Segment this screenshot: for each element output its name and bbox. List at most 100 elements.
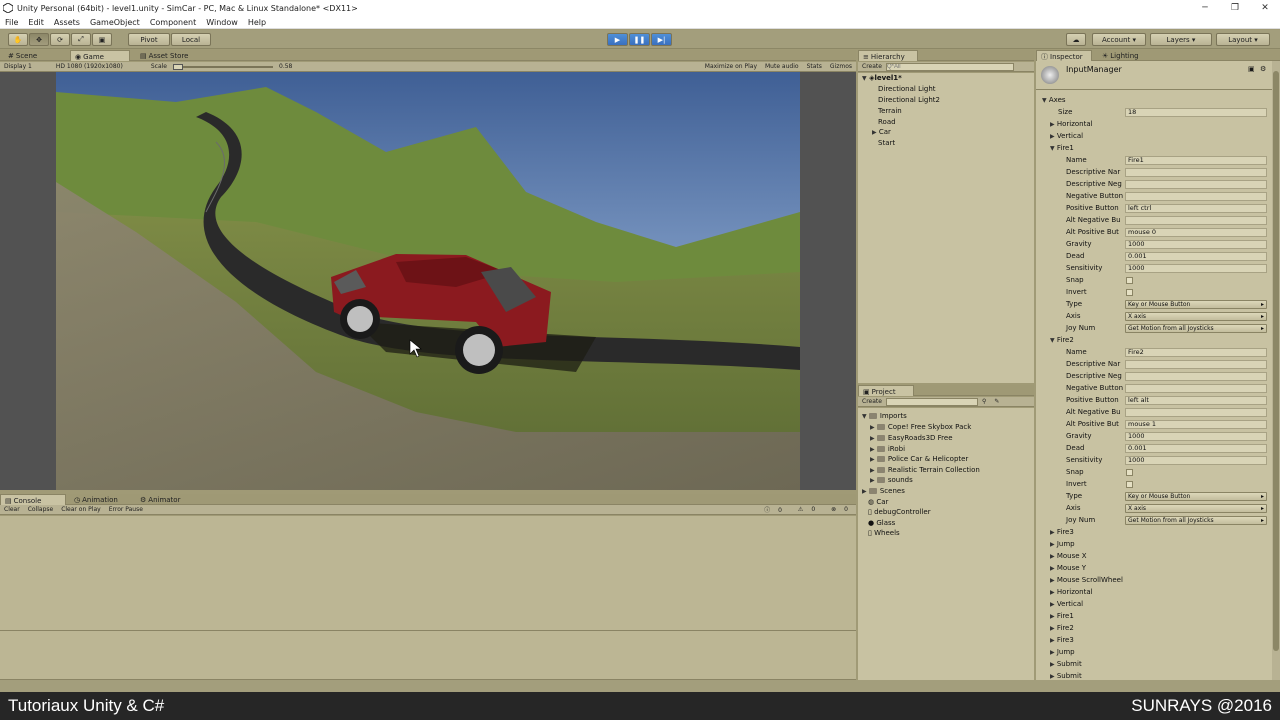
game-view-render[interactable]	[56, 72, 800, 490]
tab-scene[interactable]: # Scene	[4, 50, 41, 61]
menu-edit[interactable]: Edit	[23, 18, 49, 27]
project-asset[interactable]: ◍ Car	[868, 498, 888, 506]
fire2-foldout[interactable]: ▼ Fire2	[1050, 336, 1074, 344]
property-field[interactable]: 1000	[1125, 240, 1267, 249]
project-create-dropdown[interactable]: Create	[858, 398, 886, 405]
local-toggle[interactable]: Local	[171, 33, 211, 46]
hierarchy-item[interactable]: Terrain	[878, 107, 902, 115]
menu-window[interactable]: Window	[201, 18, 243, 27]
hierarchy-create-dropdown[interactable]: Create	[858, 63, 886, 70]
snap-checkbox[interactable]	[1126, 277, 1133, 284]
project-folder-imports[interactable]: ▼ Imports	[862, 412, 907, 420]
axis-foldout[interactable]: ▶ Mouse Y	[1050, 564, 1086, 572]
project-folder[interactable]: ▶ sounds	[870, 476, 913, 484]
property-field[interactable]	[1125, 192, 1267, 201]
play-button[interactable]: ▶	[607, 33, 628, 46]
console-log-area[interactable]	[0, 516, 856, 680]
settings-gear-icon[interactable]: ⚙	[1260, 65, 1266, 73]
property-field[interactable]: mouse 0	[1125, 228, 1267, 237]
close-button[interactable]: ✕	[1250, 3, 1280, 13]
joy-num-dropdown[interactable]: Get Motion from all Joysticks ▸	[1125, 516, 1267, 525]
property-field[interactable]	[1125, 360, 1267, 369]
warning-count[interactable]: ⚠ 0	[790, 506, 823, 513]
filter-icon[interactable]: ⚲	[978, 398, 990, 405]
hierarchy-item[interactable]: Directional Light2	[878, 96, 940, 104]
axis-foldout[interactable]: ▶ Mouse X	[1050, 552, 1087, 560]
property-field[interactable]: 1000	[1125, 456, 1267, 465]
project-folder[interactable]: ▶ iRobi	[870, 445, 905, 453]
stats-toggle[interactable]: Stats	[803, 63, 826, 70]
type-dropdown[interactable]: Key or Mouse Button ▸	[1125, 300, 1267, 309]
axes-foldout[interactable]: ▼ Axes	[1042, 96, 1066, 104]
move-tool-button[interactable]: ✥	[29, 33, 49, 46]
invert-checkbox[interactable]	[1126, 481, 1133, 488]
rect-tool-button[interactable]: ▣	[92, 33, 112, 46]
axis-foldout[interactable]: ▶ Fire3	[1050, 528, 1074, 536]
invert-checkbox[interactable]	[1126, 289, 1133, 296]
property-field[interactable]: 0.001	[1125, 444, 1267, 453]
rotate-tool-button[interactable]: ⟳	[50, 33, 70, 46]
property-field[interactable]	[1125, 216, 1267, 225]
axis-foldout[interactable]: ▶ Fire3	[1050, 636, 1074, 644]
hierarchy-item-car[interactable]: ▶ Car	[872, 128, 891, 136]
size-field[interactable]: 18	[1125, 108, 1267, 117]
axis-foldout[interactable]: ▶ Submit	[1050, 660, 1082, 668]
error-count[interactable]: ⊗ 0	[823, 506, 856, 513]
pause-button[interactable]: ❚❚	[629, 33, 650, 46]
property-field[interactable]	[1125, 168, 1267, 177]
axis-foldout[interactable]: ▶ Submit	[1050, 672, 1082, 680]
property-field[interactable]: mouse 1	[1125, 420, 1267, 429]
label-icon[interactable]: ✎	[990, 398, 1003, 405]
property-field[interactable]	[1125, 408, 1267, 417]
step-button[interactable]: ▶|	[651, 33, 672, 46]
tab-lighting[interactable]: ☀ Lighting	[1098, 50, 1143, 61]
property-field[interactable]	[1125, 180, 1267, 189]
project-folder[interactable]: ▶ Police Car & Helicopter	[870, 455, 968, 463]
project-asset[interactable]: ▯ Wheels	[868, 529, 900, 537]
maximize-on-play-toggle[interactable]: Maximize on Play	[701, 63, 761, 70]
menu-assets[interactable]: Assets	[49, 18, 85, 27]
property-field[interactable]: 1000	[1125, 264, 1267, 273]
console-error-pause-button[interactable]: Error Pause	[105, 506, 147, 513]
property-field[interactable]	[1125, 372, 1267, 381]
console-clear-button[interactable]: Clear	[0, 506, 24, 513]
menu-component[interactable]: Component	[145, 18, 201, 27]
axis-foldout[interactable]: ▶ Mouse ScrollWheel	[1050, 576, 1123, 584]
property-field[interactable]: Fire1	[1125, 156, 1267, 165]
tab-asset-store[interactable]: ▤ Asset Store	[136, 50, 193, 61]
inspector-scrollbar[interactable]	[1272, 61, 1280, 680]
collab-button[interactable]: ☁	[1066, 33, 1086, 46]
tab-animator[interactable]: ⚙ Animator	[136, 494, 184, 505]
axis-foldout[interactable]: ▶ Horizontal	[1050, 588, 1093, 596]
tab-animation[interactable]: ◷ Animation	[70, 494, 122, 505]
project-folder[interactable]: ▶ EasyRoads3D Free	[870, 434, 953, 442]
property-field[interactable]: 1000	[1125, 432, 1267, 441]
joy-num-dropdown[interactable]: Get Motion from all Joysticks ▸	[1125, 324, 1267, 333]
snap-checkbox[interactable]	[1126, 469, 1133, 476]
property-field[interactable]: 0.001	[1125, 252, 1267, 261]
console-collapse-button[interactable]: Collapse	[24, 506, 58, 513]
tab-inspector[interactable]: ⓘ Inspector	[1036, 50, 1092, 61]
layers-dropdown[interactable]: Layers ▾	[1150, 33, 1212, 46]
hierarchy-item[interactable]: Road	[878, 118, 896, 126]
hierarchy-search-input[interactable]	[885, 62, 1014, 71]
menu-help[interactable]: Help	[243, 18, 271, 27]
scale-slider-thumb[interactable]	[173, 63, 183, 70]
minimize-button[interactable]: ─	[1190, 3, 1220, 13]
project-folder[interactable]: ▶ Realistic Terrain Collection	[870, 466, 980, 474]
axis-dropdown[interactable]: X axis ▸	[1125, 504, 1267, 513]
type-dropdown[interactable]: Key or Mouse Button ▸	[1125, 492, 1267, 501]
resolution-dropdown[interactable]: HD 1080 (1920x1080)	[52, 63, 127, 70]
axis-foldout[interactable]: ▶ Horizontal	[1050, 120, 1093, 128]
axis-dropdown[interactable]: X axis ▸	[1125, 312, 1267, 321]
property-field[interactable]: left ctrl	[1125, 204, 1267, 213]
display-dropdown[interactable]: Display 1	[0, 63, 36, 70]
scale-tool-button[interactable]: ⤢	[71, 33, 91, 46]
axis-foldout[interactable]: ▶ Fire1	[1050, 612, 1074, 620]
axis-foldout[interactable]: ▶ Vertical	[1050, 600, 1083, 608]
property-field[interactable]	[1125, 384, 1267, 393]
project-folder[interactable]: ▶ Cope! Free Skybox Pack	[870, 423, 971, 431]
gizmos-dropdown[interactable]: Gizmos	[826, 63, 856, 70]
hierarchy-item[interactable]: Directional Light	[878, 85, 936, 93]
hierarchy-scene-root[interactable]: ▼ ◈level1*	[862, 74, 902, 82]
